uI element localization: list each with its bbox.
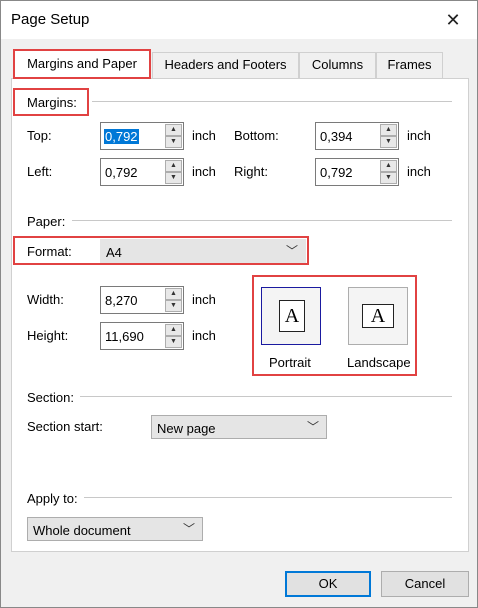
width-value: 8,270 <box>105 293 138 308</box>
cancel-button[interactable]: Cancel <box>381 571 469 597</box>
bottom-label: Bottom: <box>234 128 279 143</box>
height-spinner: ▲ ▼ <box>165 324 182 348</box>
top-margin-value: 0,792 <box>104 129 139 144</box>
tab-columns[interactable]: Columns <box>299 52 376 78</box>
height-value: 11,690 <box>105 329 144 344</box>
section-start-label: Section start: <box>27 419 103 434</box>
format-label: Format: <box>27 244 72 259</box>
left-margin-field[interactable]: 0,792 ▲ ▼ <box>100 158 184 186</box>
top-margin-field[interactable]: 0,792 ▲ ▼ <box>100 122 184 150</box>
portrait-label: Portrait <box>269 355 311 370</box>
tab-label: Columns <box>311 57 364 72</box>
decrement-icon[interactable]: ▼ <box>165 300 182 312</box>
top-spinner: ▲ ▼ <box>165 124 182 148</box>
left-label: Left: <box>27 164 53 179</box>
right-spinner: ▲ ▼ <box>380 160 397 184</box>
section-heading: Section: <box>27 390 74 405</box>
margins-divider <box>92 101 452 102</box>
cancel-label: Cancel <box>404 576 446 591</box>
paper-heading: Paper: <box>27 214 66 229</box>
apply-to-value: Whole document <box>33 523 131 538</box>
width-field[interactable]: 8,270 ▲ ▼ <box>100 286 184 314</box>
tab-label: Headers and Footers <box>164 57 287 72</box>
section-start-value: New page <box>157 421 216 436</box>
decrement-icon[interactable]: ▼ <box>165 172 182 184</box>
bottom-margin-field[interactable]: 0,394 ▲ ▼ <box>315 122 399 150</box>
page-glyph: A <box>284 305 300 327</box>
landscape-button[interactable]: A <box>348 287 408 345</box>
page-glyph: A <box>370 305 386 327</box>
margins-heading: Margins: <box>27 95 77 110</box>
section-divider <box>80 396 452 397</box>
chevron-down-icon: ﹀ <box>306 420 319 434</box>
chevron-down-icon: ﹀ <box>182 522 195 536</box>
page-setup-dialog: Page Setup ✕ Margins and Paper Headers a… <box>0 0 478 608</box>
increment-icon[interactable]: ▲ <box>165 124 182 136</box>
decrement-icon[interactable]: ▼ <box>165 136 182 148</box>
section-start-dropdown[interactable]: New page ﹀ <box>151 415 327 439</box>
right-margin-value: 0,792 <box>320 165 353 180</box>
decrement-icon[interactable]: ▼ <box>165 336 182 348</box>
apply-divider <box>84 497 452 498</box>
right-margin-field[interactable]: 0,792 ▲ ▼ <box>315 158 399 186</box>
decrement-icon[interactable]: ▼ <box>380 172 397 184</box>
left-spinner: ▲ ▼ <box>165 160 182 184</box>
bottom-margin-value: 0,394 <box>320 129 353 144</box>
format-value: A4 <box>106 245 122 260</box>
ok-label: OK <box>318 576 338 591</box>
tab-panel: Margins: Top: 0,792 ▲ ▼ inch Bottom: 0,3… <box>11 78 469 552</box>
tab-frames[interactable]: Frames <box>376 52 443 78</box>
portrait-page-icon: A <box>279 300 305 332</box>
increment-icon[interactable]: ▲ <box>165 324 182 336</box>
top-unit: inch <box>192 128 216 143</box>
bottom-unit: inch <box>407 128 431 143</box>
height-unit: inch <box>192 328 216 343</box>
portrait-button[interactable]: A <box>261 287 321 345</box>
chevron-down-icon: ﹀ <box>285 244 298 258</box>
increment-icon[interactable]: ▲ <box>165 160 182 172</box>
tab-strip: Margins and Paper Headers and Footers Co… <box>11 49 469 79</box>
increment-icon[interactable]: ▲ <box>380 124 397 136</box>
bottom-spinner: ▲ ▼ <box>380 124 397 148</box>
increment-icon[interactable]: ▲ <box>165 288 182 300</box>
landscape-page-icon: A <box>362 304 394 328</box>
tab-margins-and-paper[interactable]: Margins and Paper <box>13 49 151 79</box>
paper-divider <box>72 220 452 221</box>
left-margin-value: 0,792 <box>105 165 138 180</box>
apply-to-dropdown[interactable]: Whole document ﹀ <box>27 517 203 541</box>
landscape-label: Landscape <box>347 355 411 370</box>
format-dropdown[interactable]: A4 ﹀ <box>100 239 306 263</box>
left-unit: inch <box>192 164 216 179</box>
width-label: Width: <box>27 292 64 307</box>
right-unit: inch <box>407 164 431 179</box>
close-icon[interactable]: ✕ <box>439 7 467 33</box>
width-spinner: ▲ ▼ <box>165 288 182 312</box>
width-unit: inch <box>192 292 216 307</box>
tab-label: Frames <box>387 57 432 72</box>
right-label: Right: <box>234 164 268 179</box>
height-field[interactable]: 11,690 ▲ ▼ <box>100 322 184 350</box>
increment-icon[interactable]: ▲ <box>380 160 397 172</box>
height-label: Height: <box>27 328 69 343</box>
title-bar: Page Setup ✕ <box>1 1 477 39</box>
ok-button[interactable]: OK <box>285 571 371 597</box>
tab-label: Margins and Paper <box>27 56 137 71</box>
tab-headers-and-footers[interactable]: Headers and Footers <box>152 52 299 78</box>
dialog-title: Page Setup <box>11 11 90 28</box>
top-label: Top: <box>27 128 52 143</box>
apply-to-heading: Apply to: <box>27 491 78 506</box>
decrement-icon[interactable]: ▼ <box>380 136 397 148</box>
